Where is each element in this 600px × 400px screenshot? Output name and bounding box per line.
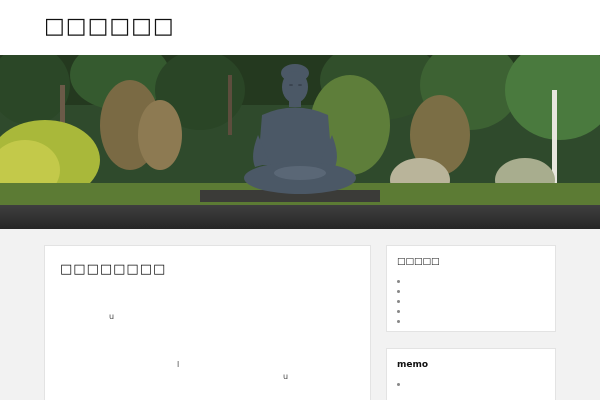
- header-image-buddha-garden: [0, 55, 600, 205]
- site-title[interactable]: □□□□□□: [44, 14, 175, 39]
- main-navigation-bar[interactable]: [0, 205, 600, 229]
- bullet-icon: [397, 310, 400, 313]
- main-post-card: □□□□□□□□ u l u: [44, 245, 371, 400]
- bullet-icon: [397, 290, 400, 293]
- widget-title: □□□□□: [397, 257, 440, 267]
- post-text-fragment: l: [177, 360, 180, 369]
- site-header: □□□□□□: [0, 0, 600, 55]
- bullet-icon: [397, 280, 400, 283]
- widget-title: memo: [397, 360, 429, 370]
- post-text-fragment: u: [283, 372, 289, 381]
- sidebar-widget-memo: memo: [386, 348, 556, 400]
- bullet-icon: [397, 383, 400, 386]
- buddha-garden-illustration: [0, 55, 600, 205]
- bullet-icon: [397, 320, 400, 323]
- bullet-icon: [397, 300, 400, 303]
- post-text-fragment: u: [109, 312, 115, 321]
- post-title[interactable]: □□□□□□□□: [60, 262, 166, 277]
- sidebar-widget-recent: □□□□□: [386, 245, 556, 332]
